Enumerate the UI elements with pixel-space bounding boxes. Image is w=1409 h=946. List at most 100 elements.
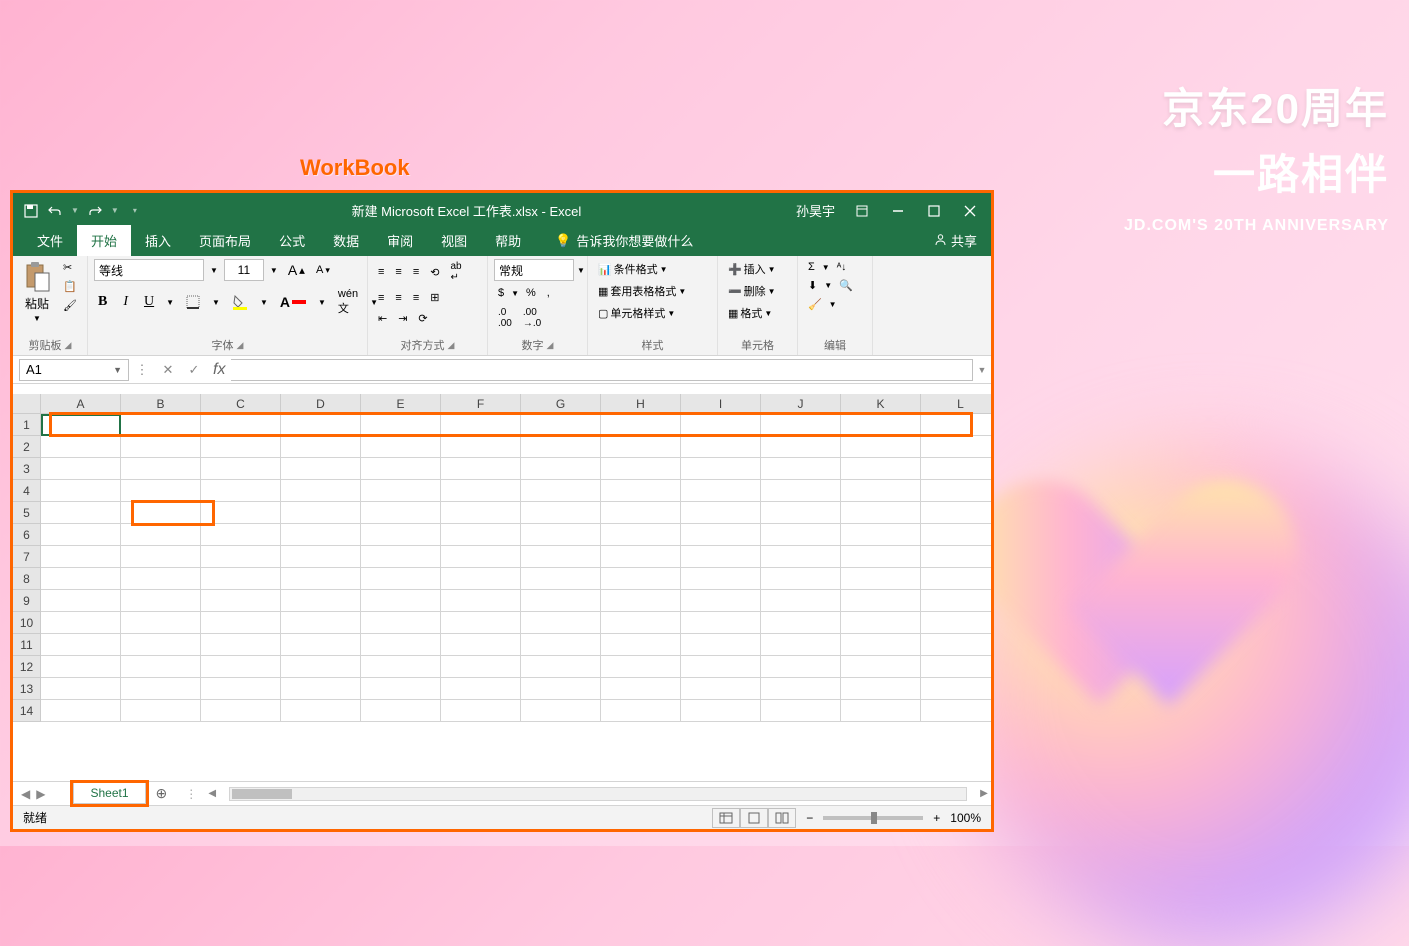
cell[interactable]: [681, 656, 761, 678]
cell[interactable]: [681, 700, 761, 722]
formula-dropdown-icon[interactable]: ⋮: [129, 362, 155, 378]
cell[interactable]: [601, 414, 681, 436]
cell[interactable]: [281, 678, 361, 700]
phonetic-button[interactable]: wén文: [334, 286, 362, 318]
tab-insert[interactable]: 插入: [131, 225, 185, 256]
cell[interactable]: [601, 524, 681, 546]
cell[interactable]: [281, 524, 361, 546]
cell[interactable]: [41, 414, 121, 436]
cell[interactable]: [761, 612, 841, 634]
wrap-text-button[interactable]: ab↵: [446, 259, 465, 285]
cell[interactable]: [521, 414, 601, 436]
cell[interactable]: [841, 458, 921, 480]
dropdown-icon[interactable]: ▼: [511, 289, 519, 298]
dropdown-icon[interactable]: ▼: [166, 298, 174, 307]
cell[interactable]: [201, 524, 281, 546]
minimize-icon[interactable]: [889, 202, 907, 220]
cell[interactable]: [841, 700, 921, 722]
font-color-button[interactable]: A: [276, 292, 310, 312]
row-header[interactable]: 7: [13, 546, 41, 568]
paste-button[interactable]: 粘贴 ▼: [19, 259, 55, 325]
cell[interactable]: [841, 502, 921, 524]
dialog-launcher-icon[interactable]: ◢: [65, 340, 72, 351]
col-header[interactable]: K: [841, 394, 921, 414]
cell[interactable]: [761, 546, 841, 568]
format-cells-button[interactable]: ▦格式▼: [724, 303, 776, 323]
cell[interactable]: [921, 414, 991, 436]
cell[interactable]: [441, 546, 521, 568]
cell[interactable]: [761, 590, 841, 612]
cell[interactable]: [841, 678, 921, 700]
dropdown-icon[interactable]: ▼: [829, 300, 837, 309]
cell[interactable]: [201, 656, 281, 678]
cell[interactable]: [361, 700, 441, 722]
cell[interactable]: [361, 480, 441, 502]
align-middle-button[interactable]: ≡: [391, 264, 405, 280]
format-painter-button[interactable]: 🖌: [59, 297, 81, 314]
cell[interactable]: [201, 480, 281, 502]
cell[interactable]: [521, 678, 601, 700]
cell[interactable]: [121, 436, 201, 458]
cell[interactable]: [521, 568, 601, 590]
cell[interactable]: [201, 678, 281, 700]
view-page-layout-button[interactable]: [740, 808, 768, 828]
cell[interactable]: [681, 436, 761, 458]
cell[interactable]: [681, 590, 761, 612]
align-bottom-button[interactable]: ≡: [409, 264, 423, 280]
cell[interactable]: [441, 524, 521, 546]
cell[interactable]: [121, 634, 201, 656]
tab-review[interactable]: 审阅: [373, 225, 427, 256]
cell[interactable]: [921, 700, 991, 722]
dropdown-icon[interactable]: ▼: [207, 266, 221, 275]
cell[interactable]: [521, 546, 601, 568]
cell[interactable]: [121, 458, 201, 480]
cell[interactable]: [441, 700, 521, 722]
cell[interactable]: [41, 546, 121, 568]
close-icon[interactable]: [961, 202, 979, 220]
cell[interactable]: [841, 524, 921, 546]
col-header[interactable]: I: [681, 394, 761, 414]
cell[interactable]: [841, 414, 921, 436]
cell[interactable]: [761, 678, 841, 700]
enter-formula-icon[interactable]: ✓: [181, 362, 207, 378]
tab-view[interactable]: 视图: [427, 225, 481, 256]
cell[interactable]: [41, 502, 121, 524]
cell[interactable]: [521, 590, 601, 612]
col-header[interactable]: H: [601, 394, 681, 414]
cell[interactable]: [761, 414, 841, 436]
cell[interactable]: [681, 524, 761, 546]
sheet-tab[interactable]: Sheet1: [73, 783, 145, 804]
cell[interactable]: [601, 656, 681, 678]
select-all-button[interactable]: [13, 394, 41, 414]
cell[interactable]: [441, 436, 521, 458]
cell[interactable]: [281, 656, 361, 678]
dropdown-icon[interactable]: ▼: [577, 266, 585, 275]
row-header[interactable]: 11: [13, 634, 41, 656]
dialog-launcher-icon[interactable]: ◢: [237, 340, 244, 351]
tab-data[interactable]: 数据: [319, 225, 373, 256]
row-header[interactable]: 9: [13, 590, 41, 612]
cell[interactable]: [121, 678, 201, 700]
cell[interactable]: [281, 458, 361, 480]
dropdown-icon[interactable]: ▼: [318, 298, 326, 307]
merge-button[interactable]: ⊞: [426, 289, 443, 306]
view-normal-button[interactable]: [712, 808, 740, 828]
cell[interactable]: [921, 590, 991, 612]
cell[interactable]: [281, 700, 361, 722]
view-page-break-button[interactable]: [768, 808, 796, 828]
cell[interactable]: [841, 612, 921, 634]
tab-help[interactable]: 帮助: [481, 225, 535, 256]
dropdown-icon[interactable]: ▼: [822, 263, 830, 272]
row-header[interactable]: 14: [13, 700, 41, 722]
cell[interactable]: [681, 546, 761, 568]
fill-button[interactable]: ⬇: [804, 277, 821, 294]
cell[interactable]: [281, 436, 361, 458]
col-header[interactable]: J: [761, 394, 841, 414]
decrease-decimal-button[interactable]: .00→.0: [519, 305, 545, 331]
cell[interactable]: [281, 546, 361, 568]
row-header[interactable]: 2: [13, 436, 41, 458]
currency-button[interactable]: $: [494, 285, 508, 301]
cell[interactable]: [281, 612, 361, 634]
cell[interactable]: [441, 568, 521, 590]
cell[interactable]: [121, 524, 201, 546]
